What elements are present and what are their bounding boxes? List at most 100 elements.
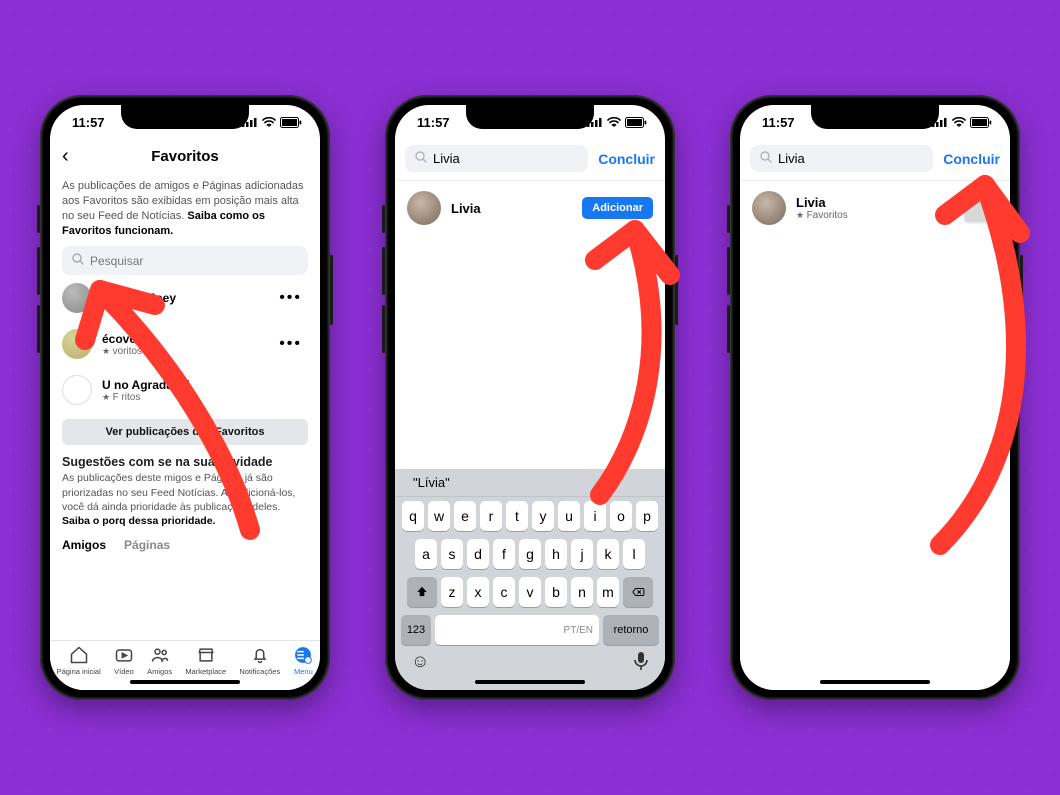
key-l[interactable]: l [623, 539, 645, 569]
key-space[interactable]: PT/EN [435, 615, 599, 645]
key-u[interactable]: u [558, 501, 580, 531]
key-p[interactable]: p [636, 501, 658, 531]
tab-notifications[interactable]: Notificações [239, 645, 280, 676]
suggestions-description: As publicações deste migos e Páginas já … [62, 471, 308, 528]
tab-video[interactable]: Vídeo [114, 645, 134, 676]
done-button[interactable]: Concluir [943, 151, 1000, 167]
key-n[interactable]: n [571, 577, 593, 607]
search-header: Livia Concluir [740, 139, 1010, 181]
key-123[interactable]: 123 [401, 615, 431, 645]
phone-1: 11:57 ‹ Favoritos As publicações de amig… [40, 95, 330, 700]
blank-area [740, 235, 1010, 690]
key-return[interactable]: retorno [603, 615, 659, 645]
nav-bar: ‹ Favoritos [50, 139, 320, 173]
key-z[interactable]: z [441, 577, 463, 607]
status-indicators [242, 117, 302, 128]
favorites-body: As publicações de amigos e Páginas adici… [50, 173, 320, 690]
favorite-text: écovers voritos [102, 332, 269, 357]
search-input[interactable]: Livia [405, 145, 588, 172]
tab-pages[interactable]: Páginas [124, 538, 170, 552]
blank-area [395, 235, 665, 469]
search-input[interactable]: Pesquisar [62, 246, 308, 275]
key-a[interactable]: a [415, 539, 437, 569]
keyboard-suggestion-bar[interactable]: "Lívia" [395, 469, 665, 497]
suggestion-tabs: Amigos Páginas [62, 538, 308, 552]
tab-friends[interactable]: Amigos [147, 645, 172, 676]
key-backspace[interactable] [623, 577, 653, 607]
battery-icon [625, 117, 647, 128]
key-h[interactable]: h [545, 539, 567, 569]
view-favorites-posts-button[interactable]: Ver publicações dos Favoritos [62, 419, 308, 445]
home-indicator[interactable] [820, 680, 930, 684]
key-y[interactable]: y [532, 501, 554, 531]
avatar [752, 191, 786, 225]
notch [811, 105, 939, 129]
key-f[interactable]: f [493, 539, 515, 569]
tab-marketplace[interactable]: Marketplace [185, 645, 226, 676]
add-button[interactable]: Adicionar [582, 197, 653, 219]
favorites-description: As publicações de amigos e Páginas adici… [62, 179, 308, 238]
keyboard[interactable]: "Lívia" qwertyuiop asdfghjkl zxcvbnm 123… [395, 469, 665, 690]
phone-2: 11:57 Livia Concluir [385, 95, 675, 700]
search-input[interactable]: Livia [750, 145, 933, 172]
favorite-text: do Sem Joey [102, 291, 269, 305]
key-t[interactable]: t [506, 501, 528, 531]
favorite-row[interactable]: do Sem Joey ••• [62, 275, 308, 321]
key-e[interactable]: e [454, 501, 476, 531]
done-button[interactable]: Concluir [598, 151, 655, 167]
key-w[interactable]: w [428, 501, 450, 531]
favorite-row[interactable]: écovers voritos ••• [62, 321, 308, 367]
battery-icon [280, 117, 302, 128]
key-j[interactable]: j [571, 539, 593, 569]
key-s[interactable]: s [441, 539, 463, 569]
key-i[interactable]: i [584, 501, 606, 531]
wifi-icon [607, 117, 621, 127]
home-indicator[interactable] [475, 680, 585, 684]
suggestions-learn-more-link[interactable]: Saiba o porq dessa prioridade. [62, 515, 215, 527]
keyboard-suggestion[interactable]: "Lívia" [413, 475, 450, 490]
phone-3: 11:57 Livia Concluir [730, 95, 1020, 700]
key-r[interactable]: r [480, 501, 502, 531]
status-indicators [587, 117, 647, 128]
phone-1-screen: 11:57 ‹ Favoritos As publicações de amig… [50, 105, 320, 690]
keyboard-row-2: asdfghjkl [398, 539, 662, 569]
phone-2-screen: 11:57 Livia Concluir [395, 105, 665, 690]
key-o[interactable]: o [610, 501, 632, 531]
back-icon[interactable]: ‹ [62, 145, 69, 168]
key-c[interactable]: c [493, 577, 515, 607]
tab-friends[interactable]: Amigos [62, 538, 106, 552]
tab-menu[interactable]: Menu [293, 645, 313, 676]
status-time: 11:57 [72, 115, 105, 130]
search-value: Livia [778, 151, 805, 166]
search-value: Livia [433, 151, 460, 166]
search-result-row[interactable]: Livia Adicionar [395, 181, 665, 235]
key-b[interactable]: b [545, 577, 567, 607]
key-d[interactable]: d [467, 539, 489, 569]
favorite-text: U no Agradável F ritos [102, 378, 308, 403]
tab-home[interactable]: Página inicial [57, 645, 101, 676]
search-icon [72, 253, 84, 268]
emoji-icon[interactable]: ☺ [411, 651, 429, 676]
search-result-row[interactable]: Livia Favoritos [740, 181, 1010, 235]
avatar [62, 375, 92, 405]
key-k[interactable]: k [597, 539, 619, 569]
avatar [62, 329, 92, 359]
key-q[interactable]: q [402, 501, 424, 531]
key-v[interactable]: v [519, 577, 541, 607]
more-icon[interactable]: ••• [279, 289, 308, 307]
key-x[interactable]: x [467, 577, 489, 607]
home-indicator[interactable] [130, 680, 240, 684]
stage: 11:57 ‹ Favoritos As publicações de amig… [0, 0, 1060, 795]
notch [121, 105, 249, 129]
keyboard-footer: ☺ [395, 645, 665, 676]
avatar [62, 283, 92, 313]
blurred-action [964, 193, 998, 223]
key-g[interactable]: g [519, 539, 541, 569]
suggestions-title: Sugestões com se na sua atividade [62, 455, 308, 469]
favorite-row[interactable]: U no Agradável F ritos [62, 367, 308, 413]
key-shift[interactable] [407, 577, 437, 607]
key-m[interactable]: m [597, 577, 619, 607]
keyboard-row-1: qwertyuiop [398, 501, 662, 531]
mic-icon[interactable] [633, 651, 649, 676]
more-icon[interactable]: ••• [279, 335, 308, 353]
